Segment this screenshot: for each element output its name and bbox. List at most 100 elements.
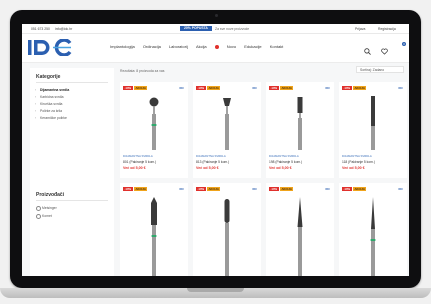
product-category: DIJAMANTNA SVRDLA (342, 154, 372, 158)
discount-badge: -10% (123, 187, 133, 191)
nav-ordinacija[interactable]: Ordinacija (143, 44, 161, 49)
discount-badge: -10% (269, 86, 279, 90)
nav-laboratorij[interactable]: Laboratorij (169, 44, 188, 49)
product-card[interactable]: -10% AKCIJA IDC DIJAMANTNA SVRDLA 198 (P… (266, 82, 334, 178)
product-listing: Rezultata: 8 proizvoda za vas Sortiraj: … (120, 62, 409, 276)
bur-round-end-image (224, 199, 230, 276)
product-category: DIJAMANTNA SVRDLA (123, 154, 153, 158)
results-count: Rezultata: 8 proizvoda za vas (120, 69, 165, 73)
product-category: DIJAMANTNA SVRDLA (196, 154, 226, 158)
nav-kontakt[interactable]: Kontakt (270, 44, 284, 49)
chevron-right-icon: › (35, 95, 37, 99)
product-name[interactable]: 801 (Pakiranje 5 kom.) (123, 160, 156, 164)
bur-ball-image (149, 97, 159, 150)
main-nav: Implantologija Ordinacija Laboratorij Ak… (110, 44, 290, 49)
producers-title: Proizvođači (36, 192, 65, 198)
brand-logo: IDC (252, 86, 257, 90)
category-item[interactable]: Dijamantna svrdla (40, 88, 69, 92)
producer-item[interactable]: Komet (42, 214, 52, 218)
email-link[interactable]: info@idc.hr (55, 27, 72, 31)
sale-dot-icon (214, 44, 219, 49)
brand-logo: IDC (325, 187, 330, 191)
promo-text: Za sve nove proizvode (215, 26, 250, 31)
product-card[interactable]: -10% AKCIJA IDC (120, 183, 188, 276)
product-price: Već od 5,00 € (342, 166, 365, 170)
discount-badge: -10% (269, 187, 279, 191)
sort-select[interactable]: Sortiraj: Zadano (356, 66, 404, 73)
sale-badge: AKCIJA (207, 86, 221, 90)
browser-screen: 051 673 250 info@idc.hr 20% POPUSTA Za s… (22, 24, 409, 276)
producer-item[interactable]: Meisinger (42, 206, 57, 210)
nav-implantologija[interactable]: Implantologija (110, 44, 135, 49)
producer-radio[interactable] (36, 206, 41, 211)
bur-long-cylinder-image (371, 96, 375, 150)
chevron-right-icon: › (35, 116, 37, 120)
sale-badge: AKCIJA (207, 187, 221, 191)
brand-logo: IDC (398, 86, 403, 90)
sale-badge: AKCIJA (134, 86, 148, 90)
nav-akcija[interactable]: Akcija (196, 44, 219, 49)
brand-logo: IDC (179, 86, 184, 90)
brand-logo: IDC (252, 187, 257, 191)
sort-label: Sortiraj: Zadano (360, 68, 385, 72)
bur-taper-image (297, 197, 303, 276)
cart-count-badge: 0 (402, 42, 406, 46)
product-card[interactable]: -10% AKCIJA IDC (339, 183, 407, 276)
laptop-base (0, 288, 431, 298)
site-header: Implantologija Ordinacija Laboratorij Ak… (22, 34, 409, 73)
top-info-bar: 051 673 250 info@idc.hr 20% POPUSTA Za s… (22, 24, 409, 34)
sale-badge: AKCIJA (353, 86, 367, 90)
filter-sidebar: Kategorije › Dijamantna svrdla › Karbidn… (30, 68, 114, 276)
product-card[interactable]: -10% AKCIJA IDC (266, 183, 334, 276)
laptop-notch (187, 288, 244, 292)
discount-badge: -10% (342, 187, 352, 191)
category-item[interactable]: Polirke za krila (40, 109, 62, 113)
divider (36, 200, 108, 201)
brand-logo: IDC (179, 187, 184, 191)
product-price: Već od 5,00 € (123, 166, 146, 170)
category-title: Kategorije (36, 74, 61, 80)
divider (36, 82, 108, 83)
discount-badge: -10% (342, 86, 352, 90)
category-item[interactable]: Kirurška svrdla (40, 102, 62, 106)
sale-badge: AKCIJA (353, 187, 367, 191)
discount-badge: -10% (196, 187, 206, 191)
nav-edukacije[interactable]: Edukacije (244, 44, 261, 49)
product-card[interactable]: -10% AKCIJA IDC (193, 183, 261, 276)
product-price: Već od 5,00 € (196, 166, 219, 170)
heart-icon[interactable] (381, 42, 389, 60)
search-icon[interactable] (364, 42, 371, 60)
producer-radio[interactable] (36, 214, 41, 219)
laptop-stage: 051 673 250 info@idc.hr 20% POPUSTA Za s… (0, 0, 431, 304)
promo-badge[interactable]: 20% POPUSTA (180, 25, 212, 31)
bur-needle-image (370, 197, 376, 276)
product-card[interactable]: -10% AKCIJA IDC DIJAMANTNA SVRDLA 801 (P… (120, 82, 188, 178)
discount-badge: -10% (196, 86, 206, 90)
bur-flame-image (151, 197, 157, 276)
register-link[interactable]: Registracija (378, 27, 396, 31)
site-logo[interactable] (28, 38, 72, 61)
brand-logo: IDC (398, 187, 403, 191)
phone-link[interactable]: 051 673 250 (31, 27, 50, 31)
product-price: Već od 5,00 € (269, 166, 292, 170)
webcam-icon (215, 14, 218, 17)
nav-akcija-label: Akcija (195, 44, 207, 49)
product-card[interactable]: -10% AKCIJA IDC DIJAMANTNA SVRDLA 118 (P… (339, 82, 407, 178)
category-item[interactable]: Karbidna svrdla (40, 95, 64, 99)
nav-novo[interactable]: Novo (227, 44, 236, 49)
category-item[interactable]: Keramičke polirke (40, 116, 67, 120)
sale-badge: AKCIJA (280, 187, 294, 191)
discount-badge: -10% (123, 86, 133, 90)
chevron-right-icon: › (35, 88, 37, 92)
product-name[interactable]: 813 (Pakiranje 5 kom.) (196, 160, 229, 164)
login-link[interactable]: Prijava (355, 27, 365, 31)
product-name[interactable]: 118 (Pakiranje 5 kom.) (342, 160, 375, 164)
product-name[interactable]: 198 (Pakiranje 5 kom.) (269, 160, 302, 164)
sale-badge: AKCIJA (280, 86, 294, 90)
chevron-right-icon: › (35, 109, 37, 113)
bur-inverted-cone-image (223, 98, 231, 150)
product-card[interactable]: -10% AKCIJA IDC DIJAMANTNA SVRDLA 813 (P… (193, 82, 261, 178)
sale-badge: AKCIJA (134, 187, 148, 191)
bur-cylinder-image (297, 97, 303, 150)
chevron-right-icon: › (35, 102, 37, 106)
